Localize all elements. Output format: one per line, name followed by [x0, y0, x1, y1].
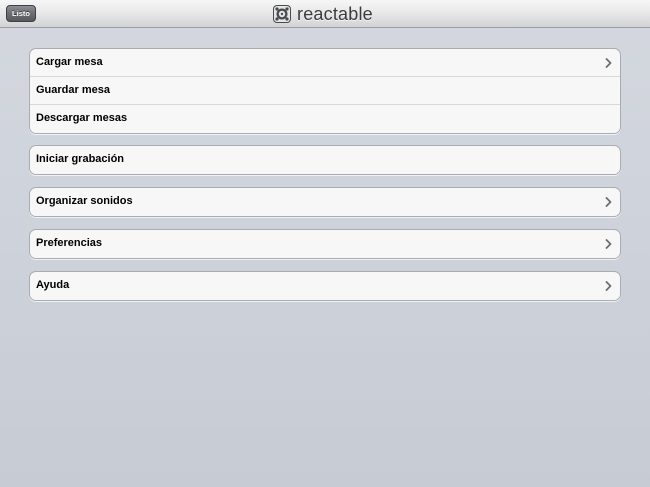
done-button[interactable]: Listo	[6, 5, 36, 22]
recording-group: Iniciar grabación	[29, 145, 621, 175]
menu-item-label: Preferencias	[36, 237, 103, 249]
help-group: Ayuda	[29, 271, 621, 301]
chevron-right-icon	[605, 239, 612, 249]
preferences-group: Preferencias	[29, 229, 621, 259]
menu-item-guardar-mesa[interactable]: Guardar mesa	[30, 77, 620, 105]
menu-item-iniciar-grabacion[interactable]: Iniciar grabación	[30, 146, 620, 174]
menu-item-label: Organizar sonidos	[36, 195, 133, 207]
menu-item-label: Ayuda	[36, 279, 70, 291]
menu-item-label: Guardar mesa	[36, 84, 110, 96]
chevron-right-icon	[605, 197, 612, 207]
app-title: reactable	[297, 4, 373, 24]
navigation-bar: Listo reactable	[0, 0, 650, 28]
menu-item-cargar-mesa[interactable]: Cargar mesa	[30, 49, 620, 77]
menu-item-label: Descargar mesas	[36, 112, 128, 124]
chevron-right-icon	[605, 58, 612, 68]
menu-item-label: Cargar mesa	[36, 56, 103, 68]
app-brand: reactable	[272, 3, 373, 25]
menu-item-organizar-sonidos[interactable]: Organizar sonidos	[30, 188, 620, 216]
table-group: Cargar mesa Guardar mesa Descargar mesas	[29, 48, 621, 134]
menu-item-ayuda[interactable]: Ayuda	[30, 272, 620, 300]
sounds-group: Organizar sonidos	[29, 187, 621, 217]
reactable-logo-icon	[273, 5, 291, 23]
menu-item-label: Iniciar grabación	[36, 153, 125, 165]
menu-item-descargar-mesas[interactable]: Descargar mesas	[30, 105, 620, 133]
chevron-right-icon	[605, 281, 612, 291]
menu-item-preferencias[interactable]: Preferencias	[30, 230, 620, 258]
